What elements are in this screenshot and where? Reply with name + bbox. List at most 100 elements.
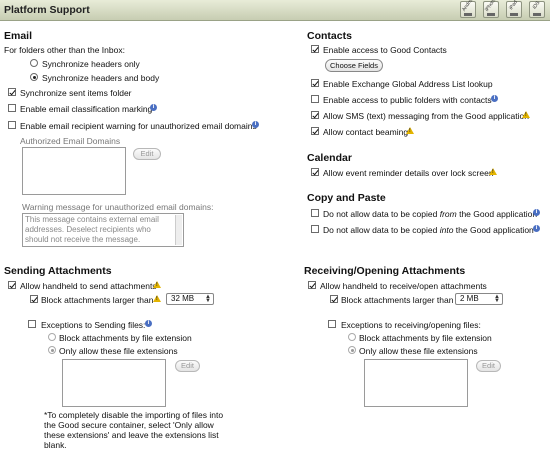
info-icon[interactable]: i	[252, 121, 259, 128]
receive-only-allow-label: Only allow these file extensions	[359, 346, 478, 356]
beaming-checkbox[interactable]	[311, 127, 319, 135]
send-attachments-label: Allow handheld to send attachments	[20, 281, 157, 291]
import-note: *To completely disable the importing of …	[44, 410, 224, 450]
send-exceptions-checkbox[interactable]	[28, 320, 36, 328]
send-block-by-extension-radio[interactable]	[48, 333, 56, 341]
info-icon[interactable]: i	[491, 95, 498, 102]
copy-from-label: Do not allow data to be copied from the …	[323, 209, 537, 219]
receive-attachments-checkbox[interactable]	[308, 281, 316, 289]
title-bar: Platform Support Android iPhone iPad iOS	[0, 0, 550, 21]
info-icon[interactable]: i	[145, 320, 152, 327]
authorized-domains-list[interactable]	[22, 147, 126, 195]
classification-label: Enable email classification marking	[20, 104, 153, 114]
sync-headers-only-label: Synchronize headers only	[42, 59, 140, 69]
copy-into-prefix: Do not allow data to be copied	[323, 225, 440, 235]
email-heading: Email	[4, 30, 33, 42]
copy-into-word: into	[439, 225, 454, 235]
sync-headers-body-label: Synchronize headers and body	[42, 73, 160, 83]
warning-icon	[522, 111, 530, 118]
platform-button-ios[interactable]: iOS	[529, 0, 545, 18]
folders-label: For folders other than the Inbox:	[4, 45, 125, 55]
warning-icon	[406, 127, 414, 134]
classification-checkbox[interactable]	[8, 104, 16, 112]
gal-lookup-checkbox[interactable]	[311, 79, 319, 87]
select-arrows-icon: ▲ ▼	[494, 294, 500, 304]
sync-sent-label: Synchronize sent items folder	[20, 88, 132, 98]
reminder-checkbox[interactable]	[311, 168, 319, 176]
public-folders-checkbox[interactable]	[311, 95, 319, 103]
receive-attachments-label: Allow handheld to receive/open attachmen…	[320, 281, 487, 291]
calendar-heading: Calendar	[307, 152, 352, 164]
copy-paste-heading: Copy and Paste	[307, 192, 386, 204]
platform-button-android[interactable]: Android	[460, 0, 476, 18]
gal-lookup-label: Enable Exchange Global Address List look…	[323, 79, 493, 89]
warning-icon	[153, 281, 161, 288]
public-folders-label: Enable access to public folders with con…	[323, 95, 492, 105]
device-icon	[533, 13, 541, 16]
send-attachments-checkbox[interactable]	[8, 281, 16, 289]
warning-message-textarea[interactable]: This message contains external email add…	[22, 213, 184, 247]
platform-label: Android	[461, 0, 476, 13]
warning-message-text: This message contains external email add…	[25, 215, 159, 244]
send-size-value: 32 MB	[171, 294, 195, 303]
platform-label: iPhone	[484, 0, 498, 13]
warning-icon	[489, 168, 497, 175]
receive-extensions-edit-button[interactable]: Edit	[476, 360, 501, 372]
send-block-larger-label: Block attachments larger than	[41, 295, 154, 305]
good-contacts-label: Enable access to Good Contacts	[323, 45, 447, 55]
receive-extensions-list[interactable]	[364, 359, 468, 407]
sync-headers-only-radio[interactable]	[30, 59, 38, 67]
recipient-warning-checkbox[interactable]	[8, 121, 16, 129]
receive-exceptions-label: Exceptions to receiving/opening files:	[341, 320, 481, 330]
copy-from-checkbox[interactable]	[311, 209, 319, 217]
platform-label: iPad	[508, 0, 519, 12]
send-extensions-list[interactable]	[62, 359, 166, 407]
page-title: Platform Support	[4, 4, 90, 16]
send-block-by-extension-label: Block attachments by file extension	[59, 333, 192, 343]
reminder-label: Allow event reminder details over lock s…	[323, 168, 494, 178]
sync-headers-body-radio[interactable]	[30, 73, 38, 81]
contacts-heading: Contacts	[307, 30, 352, 42]
sending-heading: Sending Attachments	[4, 265, 112, 277]
copy-into-suffix: the Good application	[453, 225, 534, 235]
good-contacts-checkbox[interactable]	[311, 45, 319, 53]
copy-from-word: from	[439, 209, 457, 219]
receive-exceptions-checkbox[interactable]	[328, 320, 336, 328]
receive-size-select[interactable]: 2 MB ▲ ▼	[455, 293, 503, 305]
receive-block-larger-checkbox[interactable]	[330, 295, 338, 303]
receive-block-larger-label: Block attachments larger than	[341, 295, 454, 305]
receive-block-by-extension-label: Block attachments by file extension	[359, 333, 492, 343]
send-block-larger-checkbox[interactable]	[30, 295, 38, 303]
platform-button-iphone[interactable]: iPhone	[483, 0, 499, 18]
authorized-domains-edit-button[interactable]: Edit	[133, 148, 161, 160]
device-icon	[510, 13, 518, 16]
textarea-scrollbar[interactable]	[175, 215, 182, 245]
choose-fields-button[interactable]: Choose Fields	[325, 59, 383, 72]
send-extensions-edit-button[interactable]: Edit	[175, 360, 200, 372]
authorized-domains-label: Authorized Email Domains	[20, 136, 121, 146]
platform-label: iOS	[531, 0, 542, 11]
copy-from-prefix: Do not allow data to be copied	[323, 209, 440, 219]
receive-block-by-extension-radio[interactable]	[348, 333, 356, 341]
beaming-label: Allow contact beaming	[323, 127, 409, 137]
copy-from-suffix: the Good application	[456, 209, 538, 219]
receive-only-allow-radio[interactable]	[348, 346, 356, 354]
info-icon[interactable]: i	[533, 209, 540, 216]
sms-label: Allow SMS (text) messaging from the Good…	[323, 111, 529, 121]
info-icon[interactable]: i	[533, 225, 540, 232]
send-size-select[interactable]: 32 MB ▲ ▼	[166, 293, 214, 305]
send-exceptions-label: Exceptions to Sending files:	[41, 320, 146, 330]
device-icon	[487, 13, 495, 16]
warning-message-label: Warning message for unauthorized email d…	[22, 202, 214, 212]
device-icon	[464, 13, 472, 16]
warning-icon	[153, 295, 161, 302]
send-only-allow-label: Only allow these file extensions	[59, 346, 178, 356]
info-icon[interactable]: i	[150, 104, 157, 111]
send-only-allow-radio[interactable]	[48, 346, 56, 354]
receive-size-value: 2 MB	[460, 294, 479, 303]
select-arrows-icon: ▲ ▼	[205, 294, 211, 304]
copy-into-checkbox[interactable]	[311, 225, 319, 233]
sms-checkbox[interactable]	[311, 111, 319, 119]
sync-sent-checkbox[interactable]	[8, 88, 16, 96]
platform-button-ipad[interactable]: iPad	[506, 0, 522, 18]
